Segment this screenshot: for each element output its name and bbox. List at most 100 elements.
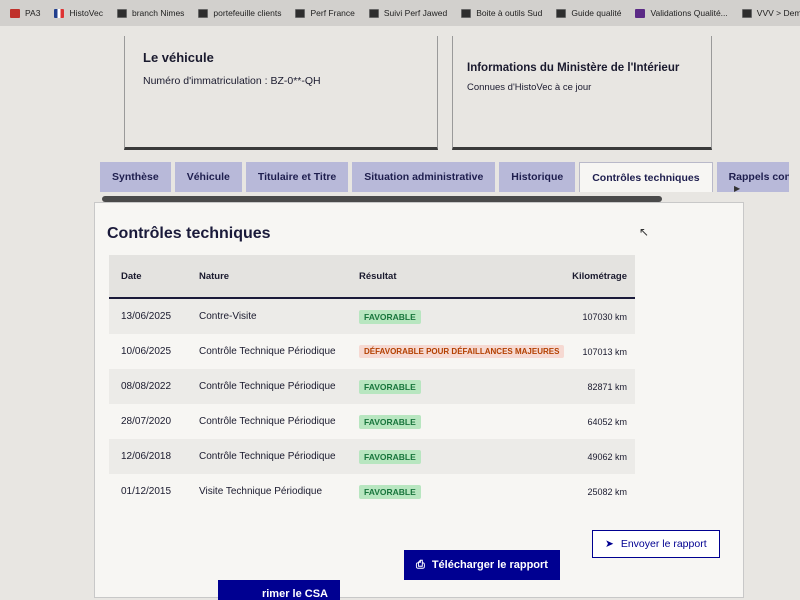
row-result: DÉFAVORABLE POUR DÉFAILLANCES MAJEURES — [347, 345, 565, 358]
ministry-text: Connues d'HistoVec à ce jour — [467, 82, 592, 93]
bookmark-item[interactable]: Suivi Perf Jawed — [368, 8, 448, 18]
scroll-right-icon[interactable]: ▶ — [734, 184, 740, 193]
download-report-button[interactable]: ⎙ Télécharger le rapport — [404, 550, 560, 580]
row-date: 08/08/2022 — [121, 381, 172, 392]
tab-historique[interactable]: Historique — [499, 162, 576, 192]
status-badge: FAVORABLE — [359, 484, 421, 499]
bookmark-label: branch Nimes — [131, 8, 185, 18]
row-nature: Visite Technique Périodique — [199, 486, 323, 497]
status-badge: FAVORABLE — [359, 379, 421, 394]
bookmark-item[interactable]: Validations Qualité... — [635, 8, 728, 18]
row-km: 107013 km — [582, 346, 627, 357]
col-km: Kilométrage — [572, 270, 627, 282]
tab-rappels[interactable]: Rappels construc — [716, 162, 789, 192]
print-csa-label: rimer le CSA — [261, 588, 328, 600]
tab-bar: Synthèse Véhicule Titulaire et Titre Sit… — [100, 162, 789, 192]
col-date: Date — [121, 270, 142, 282]
download-report-label: Télécharger le rapport — [431, 559, 548, 571]
bookmark-item[interactable]: HistoVec — [54, 8, 103, 18]
send-icon: ➤ — [605, 538, 614, 550]
row-nature: Contrôle Technique Périodique — [199, 451, 336, 462]
vehicle-card: Le véhicule Numéro d'immatriculation : B… — [124, 36, 438, 150]
bookmark-item[interactable]: PA3 — [10, 8, 40, 18]
bookmark-label: portefeuille clients — [213, 8, 282, 18]
bookmark-label: Suivi Perf Jawed — [383, 8, 448, 18]
bookmark-label: VVV > Demand... — [756, 8, 800, 18]
bookmark-item[interactable]: VVV > Demand... — [741, 8, 800, 18]
table-row: 10/06/2025 Contrôle Technique Périodique D… — [109, 334, 635, 369]
status-badge: FAVORABLE — [359, 449, 421, 464]
row-nature: Contrôle Technique Périodique — [199, 416, 336, 427]
col-nature: Nature — [199, 270, 230, 282]
row-date: 28/07/2020 — [121, 416, 172, 427]
row-result: FAVORABLE — [347, 379, 547, 394]
row-km: 49062 km — [587, 451, 627, 462]
bookmark-label: PA3 — [25, 8, 41, 18]
bookmark-label: Boite à outils Sud — [476, 8, 543, 18]
row-nature: Contrôle Technique Périodique — [199, 346, 336, 357]
tab-vehicule[interactable]: Véhicule — [174, 162, 242, 192]
row-km: 82871 km — [587, 381, 627, 392]
table-body: 13/06/2025 Contre-Visite FAVORABLE 107030 k… — [109, 299, 635, 509]
bookmark-item[interactable]: portefeuille clients — [198, 8, 281, 18]
row-date: 10/06/2025 — [121, 346, 172, 357]
doc-icon — [116, 8, 127, 18]
print-csa-button[interactable]: rimer le CSA — [218, 580, 340, 600]
row-date: 12/06/2018 — [121, 451, 172, 462]
table-row: 28/07/2020 Contrôle Technique Périodique F… — [109, 404, 635, 439]
row-result: FAVORABLE — [347, 449, 547, 464]
bookmark-item[interactable]: branch Nimes — [116, 8, 185, 18]
tab-synthese[interactable]: Synthèse — [100, 162, 171, 192]
row-km: 25082 km — [587, 486, 627, 497]
row-result: FAVORABLE — [347, 309, 547, 324]
row-result: FAVORABLE — [347, 414, 547, 429]
doc-icon — [461, 8, 472, 18]
doc-icon — [556, 8, 567, 18]
row-nature: Contre-Visite — [199, 311, 257, 322]
row-nature: Contrôle Technique Périodique — [199, 381, 336, 392]
bookmark-label: HistoVec — [69, 8, 103, 18]
tab-situation[interactable]: Situation administrative — [352, 162, 496, 192]
vehicle-title: Le véhicule — [143, 50, 214, 65]
row-km: 107030 km — [582, 311, 627, 322]
controles-table: Date Nature Résultat Kilométrage 13/06/2… — [109, 255, 635, 509]
tab-titulaire[interactable]: Titulaire et Titre — [245, 162, 349, 192]
col-result: Résultat — [359, 270, 397, 282]
send-report-button[interactable]: ➤ Envoyer le rapport — [592, 530, 720, 558]
table-row: 13/06/2025 Contre-Visite FAVORABLE 107030 k… — [109, 299, 635, 334]
bookmark-item[interactable]: Boite à outils Sud — [461, 8, 542, 18]
status-badge: FAVORABLE — [359, 309, 421, 324]
table-header: Date Nature Résultat Kilométrage — [109, 255, 635, 299]
row-date: 13/06/2025 — [121, 311, 172, 322]
table-row: 12/06/2018 Contrôle Technique Périodique F… — [109, 439, 635, 474]
bookmark-label: Validations Qualité... — [650, 8, 728, 18]
status-badge: DÉFAVORABLE POUR DÉFAILLANCES MAJEURES — [359, 345, 565, 358]
status-badge: FAVORABLE — [359, 414, 421, 429]
bookmarks-bar: PA3 HistoVec branch Nimes portefeuille clie… — [0, 0, 800, 26]
bookmark-item[interactable]: Perf France — [295, 8, 355, 18]
ministry-card: Informations du Ministère de l'Intérieur… — [452, 36, 712, 150]
table-row: 08/08/2022 Contrôle Technique Périodique F… — [109, 369, 635, 404]
purple-icon — [635, 8, 646, 18]
mouse-cursor-icon: ↖ — [639, 225, 650, 239]
bookmark-label: Perf France — [310, 8, 355, 18]
doc-icon — [198, 8, 209, 18]
bookmark-item[interactable]: Guide qualité — [556, 8, 621, 18]
ministry-title: Informations du Ministère de l'Intérieur — [467, 62, 680, 74]
row-date: 01/12/2015 — [121, 486, 172, 497]
histovec-page: Le véhicule Numéro d'immatriculation : B… — [0, 26, 800, 600]
plate-number: Numéro d'immatriculation : BZ-0**-QH — [143, 75, 321, 87]
red-square-icon — [10, 8, 20, 18]
doc-icon — [741, 8, 752, 18]
row-km: 64052 km — [587, 416, 627, 427]
tab-controles[interactable]: Contrôles techniques — [579, 162, 713, 192]
doc-icon — [368, 8, 379, 18]
printer-icon: ⎙ — [416, 558, 425, 571]
section-title: Contrôles techniques — [107, 225, 271, 242]
bookmark-label: Guide qualité — [571, 8, 622, 18]
send-report-label: Envoyer le rapport — [620, 538, 707, 550]
doc-icon — [295, 8, 306, 18]
row-result: FAVORABLE — [347, 484, 547, 499]
table-row: 01/12/2015 Visite Technique Périodique FAV… — [109, 474, 635, 509]
flag-icon — [54, 8, 65, 18]
